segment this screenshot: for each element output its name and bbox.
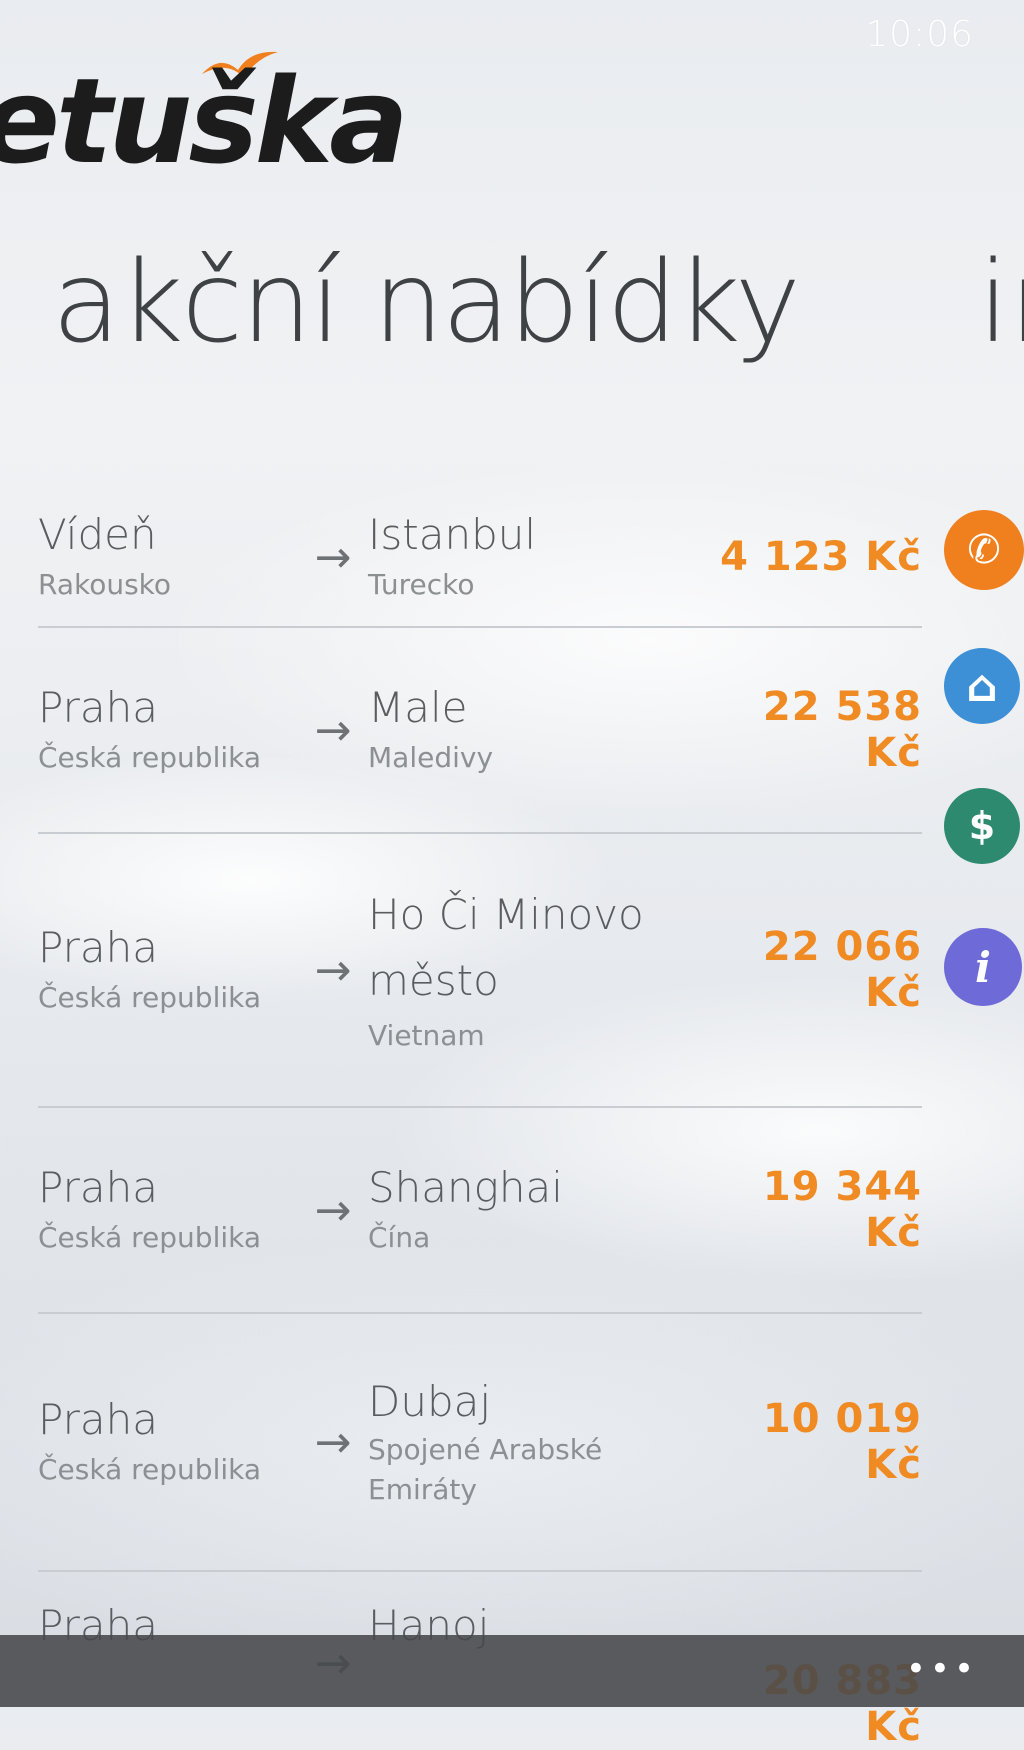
destination-country: Vietnam	[368, 1019, 485, 1052]
origin-country: Česká republika	[38, 741, 262, 774]
destination-city: Dubaj	[368, 1377, 492, 1426]
deal-price: 10 019 Kč	[762, 1396, 922, 1488]
destination-country: Turecko	[368, 568, 475, 601]
dollar-icon[interactable]: $	[944, 788, 1020, 864]
deals-list: Vídeň Rakousko → Istanbul Turecko 4 123 …	[38, 488, 922, 1750]
destination: Dubaj Spojené Arabské Emiráty	[368, 1374, 698, 1510]
destination-city: Male	[368, 683, 468, 732]
deal-price: 19 344 Kč	[762, 1164, 922, 1256]
deal-price: 22 538 Kč	[762, 684, 922, 776]
destination: Male Maledivy	[368, 680, 698, 780]
origin-city: Praha	[38, 683, 158, 732]
origin-country: Česká republika	[38, 981, 262, 1014]
deal-row[interactable]: Praha Česká republika → Male Maledivy 22…	[38, 628, 922, 834]
pivot-title-deals[interactable]: akční nabídky	[52, 238, 801, 368]
origin: Praha Česká republika	[38, 1160, 298, 1260]
arrow-right-icon: →	[314, 531, 352, 583]
app-logo: etuška	[0, 52, 409, 190]
deal-row[interactable]: Praha Česká republika → Ho Či Minovo měs…	[38, 834, 922, 1108]
more-options-icon[interactable]: •••	[906, 1649, 978, 1689]
phone-icon[interactable]: ✆	[944, 510, 1024, 590]
destination: Shanghai Čína	[368, 1160, 698, 1260]
destination-city: Shanghai	[368, 1163, 563, 1212]
info-icon[interactable]: i	[944, 928, 1022, 1006]
deal-row[interactable]: Praha Česká republika → Dubaj Spojené Ar…	[38, 1314, 922, 1572]
destination-city: Ho Či Minovo město	[368, 890, 644, 1005]
destination: Istanbul Turecko	[368, 507, 698, 607]
destination-country: Čína	[368, 1221, 431, 1254]
destination: Ho Či Minovo město Vietnam	[368, 882, 698, 1058]
deal-price: 4 123 Kč	[720, 534, 922, 580]
origin: Praha Česká republika	[38, 1392, 298, 1492]
app-bar: •••	[0, 1635, 1024, 1707]
deal-price: 22 066 Kč	[762, 924, 922, 1016]
destination-city: Istanbul	[368, 510, 537, 559]
origin-country: Česká republika	[38, 1221, 262, 1254]
origin: Praha Česká republika	[38, 680, 298, 780]
home-icon[interactable]: ⌂	[944, 648, 1020, 724]
arrow-right-icon: →	[314, 1184, 352, 1236]
origin-city: Vídeň	[38, 510, 157, 559]
arrow-right-icon: →	[314, 704, 352, 756]
destination-country: Maledivy	[368, 741, 494, 774]
origin: Praha Česká republika	[38, 920, 298, 1020]
status-time: 10:06	[865, 14, 974, 55]
destination-country: Spojené Arabské Emiráty	[368, 1433, 603, 1506]
origin: Vídeň Rakousko	[38, 507, 298, 607]
origin-country: Rakousko	[38, 568, 172, 601]
pivot-title-next[interactable]: ir	[978, 238, 1024, 368]
origin-city: Praha	[38, 1163, 158, 1212]
arrow-right-icon: →	[314, 1416, 352, 1468]
origin-country: Česká republika	[38, 1453, 262, 1486]
arrow-right-icon: →	[314, 944, 352, 996]
deal-row[interactable]: Praha Česká republika → Shanghai Čína 19…	[38, 1108, 922, 1314]
deal-row[interactable]: Vídeň Rakousko → Istanbul Turecko 4 123 …	[38, 488, 922, 628]
origin-city: Praha	[38, 1395, 158, 1444]
origin-city: Praha	[38, 923, 158, 972]
